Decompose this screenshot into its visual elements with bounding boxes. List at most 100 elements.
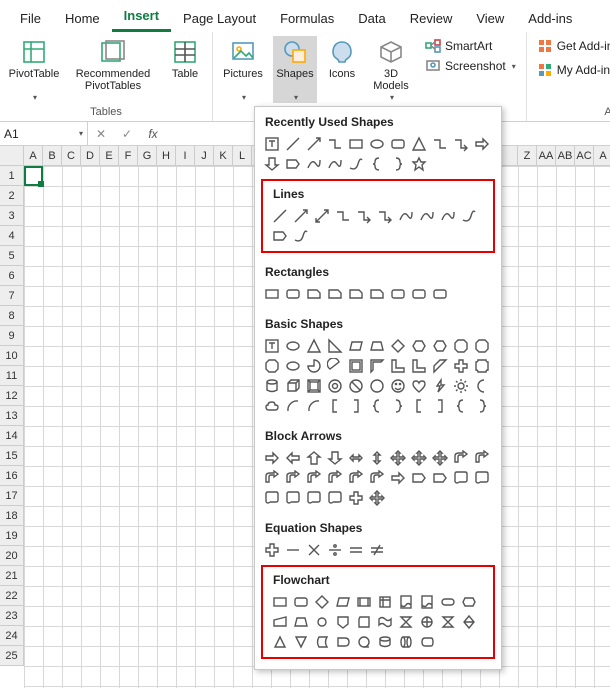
shape-connect[interactable]	[313, 613, 331, 631]
shape-darrow[interactable]	[326, 449, 344, 467]
shape-rarrow[interactable]	[263, 449, 281, 467]
shape-roundrect[interactable]	[292, 593, 310, 611]
row-header[interactable]: 7	[0, 286, 24, 306]
icons-button[interactable]: Icons	[323, 36, 361, 92]
shape-predef[interactable]	[355, 593, 373, 611]
table-button[interactable]: Table	[164, 36, 206, 92]
shape-extract[interactable]	[271, 633, 289, 651]
tab-data[interactable]: Data	[346, 5, 397, 32]
col-header[interactable]: D	[81, 146, 100, 166]
shape-heart[interactable]	[410, 377, 428, 395]
shape-diagstripe[interactable]	[431, 357, 449, 375]
row-header[interactable]: 25	[0, 646, 24, 666]
shape-plus[interactable]	[263, 541, 281, 559]
col-header[interactable]: AA	[537, 146, 556, 166]
col-header[interactable]: K	[214, 146, 233, 166]
shape-rarrow[interactable]	[389, 469, 407, 487]
shape-diamond[interactable]	[389, 337, 407, 355]
shape-minus[interactable]	[284, 541, 302, 559]
shape-rbracket[interactable]	[347, 397, 365, 415]
shape-smiley[interactable]	[389, 377, 407, 395]
shape-roundrect[interactable]	[410, 285, 428, 303]
shape-quadarrow[interactable]	[389, 449, 407, 467]
shape-delay[interactable]	[334, 633, 352, 651]
shape-oval[interactable]	[368, 135, 386, 153]
col-header[interactable]: B	[43, 146, 62, 166]
shape-sort[interactable]	[460, 613, 478, 631]
shape-elbowarr[interactable]	[452, 135, 470, 153]
shape-freeform[interactable]	[460, 207, 478, 225]
shape-uarrow[interactable]	[305, 449, 323, 467]
shape-elbowarr[interactable]	[376, 207, 394, 225]
shapes-button[interactable]: Shapes ▾	[273, 36, 317, 103]
shape-halfframe[interactable]	[368, 357, 386, 375]
shape-bevel[interactable]	[305, 377, 323, 395]
col-header[interactable]: A	[24, 146, 43, 166]
shape-rbrace[interactable]	[389, 397, 407, 415]
tab-addins[interactable]: Add-ins	[516, 5, 584, 32]
shape-line2arr[interactable]	[313, 207, 331, 225]
col-header[interactable]: C	[62, 146, 81, 166]
shape-larrow[interactable]	[284, 449, 302, 467]
shape-snip[interactable]	[326, 285, 344, 303]
3d-models-button[interactable]: 3D Models ▾	[367, 36, 415, 103]
shape-trapezoid[interactable]	[292, 613, 310, 631]
row-header[interactable]: 3	[0, 206, 24, 226]
shape-pentagon[interactable]	[284, 155, 302, 173]
shape-bentarrow[interactable]	[368, 469, 386, 487]
row-header[interactable]: 1	[0, 166, 24, 186]
shape-arc[interactable]	[305, 397, 323, 415]
shape-doc[interactable]	[397, 593, 415, 611]
row-header[interactable]: 11	[0, 366, 24, 386]
shape-curve[interactable]	[397, 207, 415, 225]
shape-rarrow[interactable]	[473, 135, 491, 153]
shape-notequal[interactable]	[368, 541, 386, 559]
shape-quadarrow[interactable]	[410, 449, 428, 467]
row-header[interactable]: 9	[0, 326, 24, 346]
shape-frame[interactable]	[347, 357, 365, 375]
shape-bentarrow[interactable]	[305, 469, 323, 487]
shape-ccallout[interactable]	[305, 489, 323, 507]
shape-moon[interactable]	[473, 377, 491, 395]
shape-linearr[interactable]	[305, 135, 323, 153]
my-addins-button[interactable]: My Add-ins ▾	[537, 62, 610, 78]
shape-line[interactable]	[271, 207, 289, 225]
shape-line[interactable]	[284, 135, 302, 153]
shape-bentarrow[interactable]	[284, 469, 302, 487]
row-header[interactable]: 14	[0, 426, 24, 446]
col-header[interactable]: J	[195, 146, 214, 166]
row-header[interactable]: 13	[0, 406, 24, 426]
shape-freeform[interactable]	[347, 155, 365, 173]
row-header[interactable]: 2	[0, 186, 24, 206]
shape-prep[interactable]	[460, 593, 478, 611]
shape-seqacc[interactable]	[355, 633, 373, 651]
cancel-formula-button[interactable]: ✕	[88, 127, 114, 141]
shape-hexagon[interactable]	[410, 337, 428, 355]
shape-cloud[interactable]	[263, 397, 281, 415]
col-header[interactable]: A	[594, 146, 610, 166]
shape-trapezoid[interactable]	[368, 337, 386, 355]
shape-curve[interactable]	[326, 155, 344, 173]
shape-diracc[interactable]	[397, 633, 415, 651]
shape-curve[interactable]	[439, 207, 457, 225]
shape-ccallout[interactable]	[452, 469, 470, 487]
shape-tri[interactable]	[305, 337, 323, 355]
shape-ccallout[interactable]	[284, 489, 302, 507]
shape-linearr[interactable]	[292, 207, 310, 225]
shape-lbracket[interactable]	[326, 397, 344, 415]
shape-collate[interactable]	[439, 613, 457, 631]
shape-tape[interactable]	[376, 613, 394, 631]
shape-stored[interactable]	[313, 633, 331, 651]
screenshot-button[interactable]: Screenshot ▾	[425, 58, 516, 74]
shape-curve[interactable]	[305, 155, 323, 173]
shape-divide[interactable]	[326, 541, 344, 559]
shape-card[interactable]	[355, 613, 373, 631]
tab-home[interactable]: Home	[53, 5, 112, 32]
recommended-pivottables-button[interactable]: Recommended PivotTables	[68, 36, 158, 92]
shape-circle[interactable]	[368, 377, 386, 395]
shape-udarrow[interactable]	[368, 449, 386, 467]
shape-dataio[interactable]	[334, 593, 352, 611]
row-header[interactable]: 21	[0, 566, 24, 586]
pictures-button[interactable]: Pictures ▾	[219, 36, 267, 103]
shape-rbrace[interactable]	[473, 397, 491, 415]
